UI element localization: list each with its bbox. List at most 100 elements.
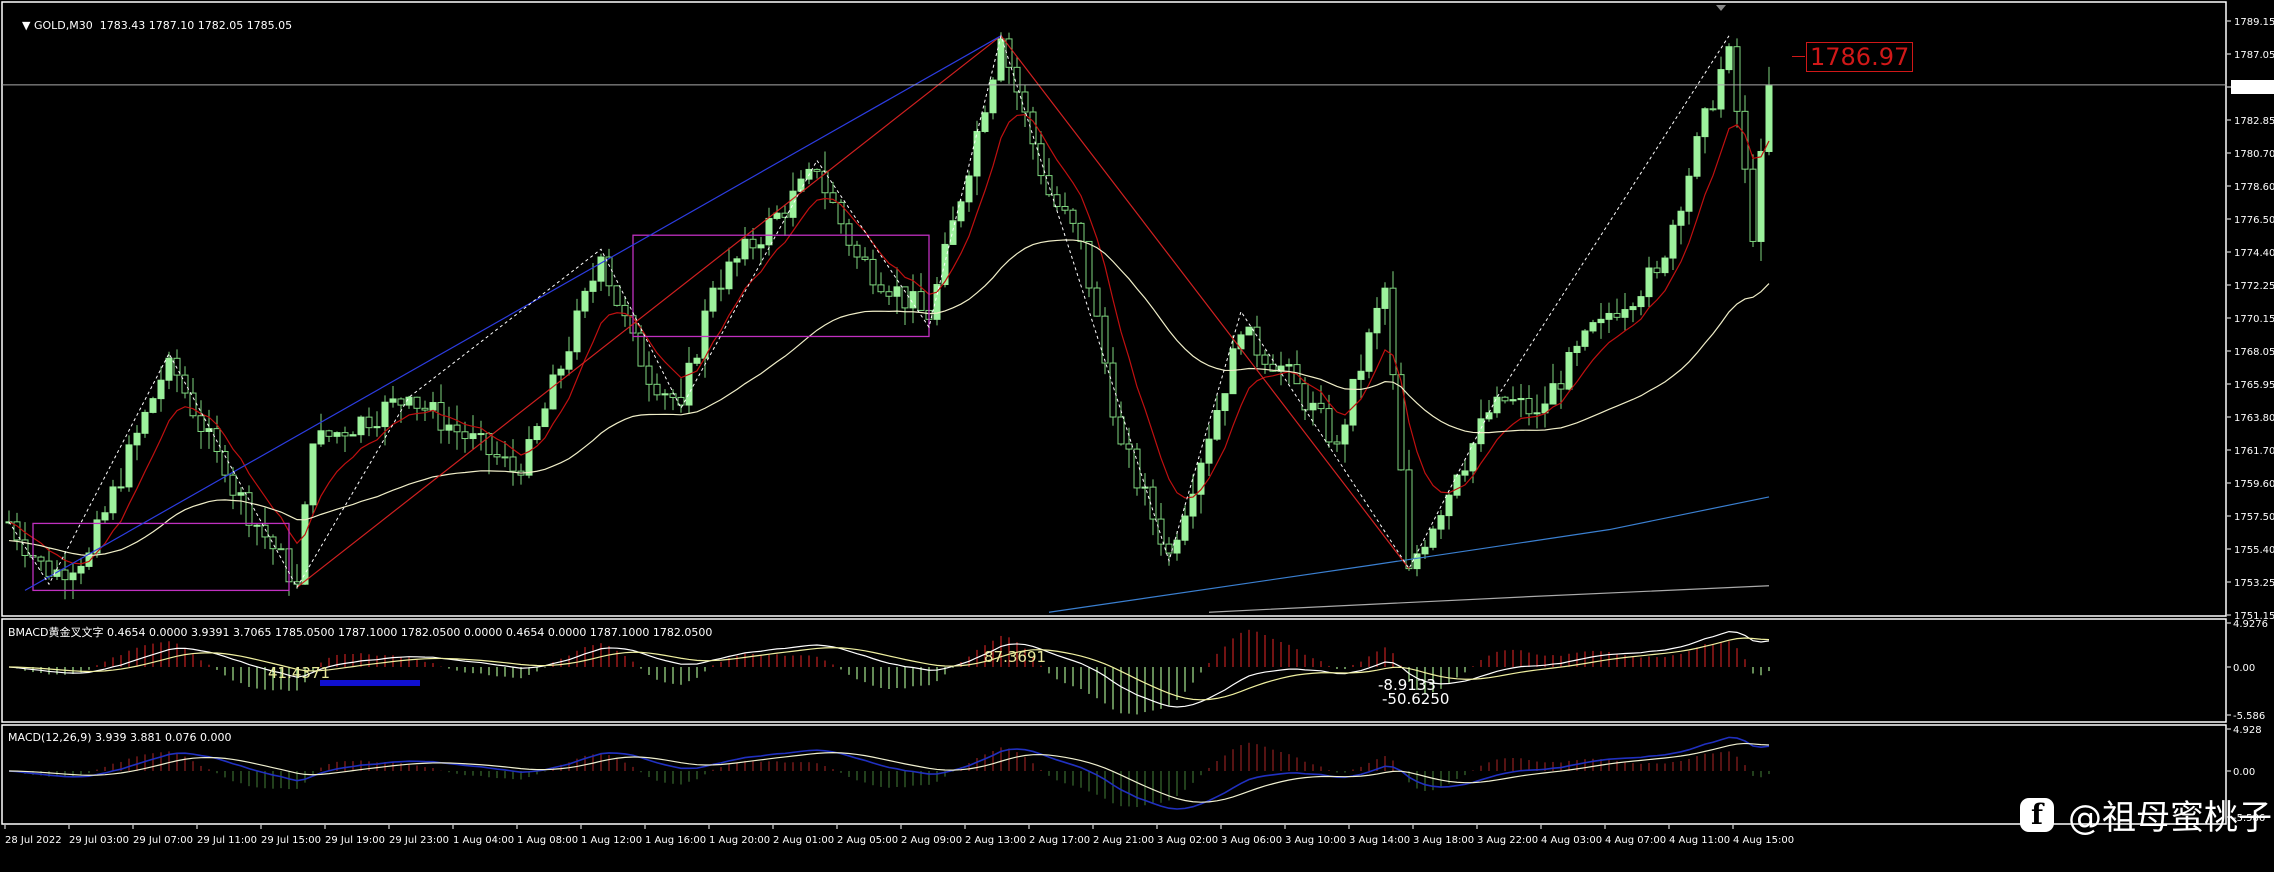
candle-body [1645,267,1653,298]
y-tick-label: 1780.70 [2234,149,2274,160]
candle [1101,307,1109,375]
candle-body [821,170,829,194]
candle-body [893,286,901,297]
candle-body [1221,393,1229,412]
candle [1437,510,1445,539]
candle [1149,479,1157,536]
x-tick-label: 2 Aug 09:00 [901,835,962,846]
candle-body [317,430,325,445]
chart-window[interactable]: 1789.15 1787.05 1785.05 1782.85 1780.70 1778.… [0,0,2274,868]
candle-body [1677,210,1685,226]
candle-body [981,112,989,132]
candle [1309,391,1317,426]
candle-body [157,379,165,400]
candle [13,512,21,551]
candle-body [373,426,381,429]
menu-triangle-icon[interactable]: ▼ [22,19,34,32]
candle-body [869,258,877,286]
candle [917,273,925,311]
candle [1645,256,1653,308]
range-box [32,522,290,592]
candle-body [813,168,821,172]
candle [605,248,613,297]
range-box [632,234,930,338]
candle-body [701,310,709,359]
candle [1525,385,1533,426]
candle [493,441,501,465]
candle-body [565,351,573,370]
candle [1013,56,1021,111]
y-tick-label: 1753.25 [2234,578,2274,589]
ohlc-values: 1783.43 1787.10 1782.05 1785.05 [99,19,293,32]
candle [1405,449,1413,571]
candle-body [69,572,77,581]
candle [389,385,397,408]
candle [677,378,685,413]
candle [1133,442,1141,496]
candle-body [397,398,405,406]
candle-body [1669,224,1677,259]
candle-body [1029,111,1037,145]
candle-body [781,212,789,218]
candle-body [661,393,669,396]
candle-body [1685,175,1693,212]
candle-body [1477,418,1485,445]
candle [821,151,829,210]
candle-body [1021,91,1029,113]
candle [445,406,453,444]
candle-body [1381,287,1389,309]
candle-body [477,433,485,436]
chart-shift-icon [1716,5,1726,11]
candle [373,411,381,437]
candle [573,298,581,360]
candle [869,249,877,295]
candle-body [493,454,501,458]
candle [1669,219,1677,271]
candle-body [1501,396,1509,402]
candle-body [1717,69,1725,110]
x-tick-label: 29 Jul 19:00 [325,835,385,846]
candle [1565,347,1573,391]
candle-body [253,524,261,527]
candle-body [1653,267,1661,274]
candle [1005,32,1013,84]
candle-body [349,434,357,437]
candle [1109,347,1117,426]
candle-body [469,433,477,440]
candle [1581,328,1589,351]
candle [109,479,117,520]
candle-body [965,175,973,203]
candle-body [1701,108,1709,138]
candle-body [557,368,565,376]
candle [653,373,661,401]
indicator2-frame [1,724,2227,825]
candle [77,557,85,585]
candle [277,543,285,551]
main-panel-frame [1,1,2227,617]
candle-body [1085,240,1093,289]
candle [429,391,437,419]
x-tick-label: 28 Jul 2022 [5,835,62,846]
candle-body [917,291,925,311]
candle-body [1325,408,1333,443]
candle [149,396,157,414]
candle [853,240,861,269]
candle [1141,473,1149,506]
x-tick-label: 4 Aug 07:00 [1605,835,1666,846]
candle [253,523,261,546]
candle [989,77,997,120]
candle [1333,435,1341,452]
candle [997,32,1005,83]
x-tick-label: 3 Aug 06:00 [1221,835,1282,846]
x-tick-label: 1 Aug 16:00 [645,835,706,846]
candle [1621,293,1629,331]
chart-canvas[interactable]: 1789.15 1787.05 1785.05 1782.85 1780.70 1778.… [0,0,2274,868]
candle-body [277,548,285,551]
x-tick-label: 2 Aug 01:00 [773,835,834,846]
candle-body [525,439,533,476]
indicator-y-label: 0.00 [2233,663,2255,674]
candle-body [261,524,269,538]
x-tick-label: 4 Aug 03:00 [1541,835,1602,846]
candle-body [1157,518,1165,545]
candle [725,247,733,295]
